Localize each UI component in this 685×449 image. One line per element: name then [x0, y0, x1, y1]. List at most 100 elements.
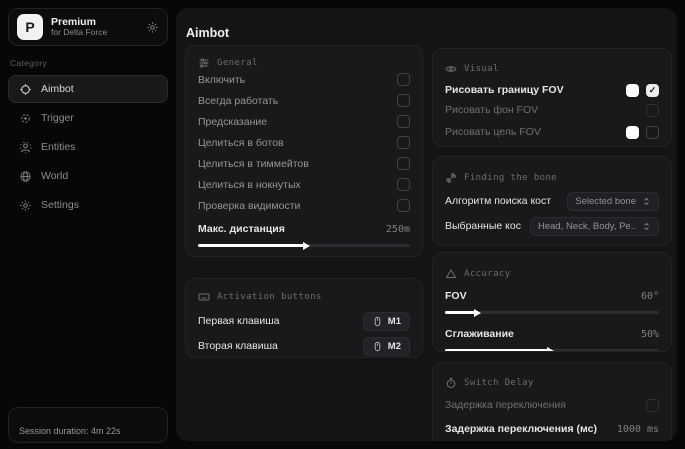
- session-duration: Session duration: 4m 22s: [19, 426, 121, 436]
- category-label: Category: [10, 58, 168, 68]
- slider-thumb[interactable]: [474, 309, 481, 317]
- sidebar: P Premium for Delta Force Category Aimbo…: [8, 8, 168, 443]
- key-label: Первая клавиша: [198, 315, 280, 327]
- panel-bone-header: Finding the bone: [445, 172, 659, 184]
- slider-label: FOV: [445, 290, 467, 302]
- visual-row: Рисовать границу FOV: [445, 80, 659, 100]
- checkbox[interactable]: [646, 84, 659, 97]
- sidebar-item-label: Aimbot: [41, 83, 74, 95]
- first-key-button[interactable]: M1: [363, 312, 410, 331]
- app-logo: P: [17, 14, 43, 40]
- session-card: Session duration: 4m 22s: [8, 407, 168, 443]
- toggle-row: Включить: [198, 69, 410, 90]
- panel-activation-buttons: Activation buttons Первая клавиша M1 Вто…: [185, 278, 423, 358]
- keyboard-icon: [198, 291, 210, 303]
- slider-label: Макс. дистанция: [198, 223, 285, 235]
- panel-header-label: Accuracy: [464, 269, 511, 279]
- toggle-label: Включить: [198, 74, 245, 86]
- visual-label: Рисовать фон FOV: [445, 104, 538, 116]
- key-row: Первая клавиша M1: [198, 309, 410, 333]
- gear-icon[interactable]: [146, 21, 159, 34]
- toggle-label: Целиться в тиммейтов: [198, 158, 309, 170]
- color-swatch[interactable]: [626, 126, 639, 139]
- sidebar-item-aimbot[interactable]: Aimbot: [8, 75, 168, 103]
- gear-icon: [19, 199, 32, 212]
- crosshair-icon: [19, 83, 32, 96]
- toggle-row: Предсказание: [198, 111, 410, 132]
- main-content: Aimbot General Включить Всегда работать …: [176, 8, 677, 441]
- toggle-row: Целиться в ботов: [198, 132, 410, 153]
- bone-row: Выбранные кос Head, Neck, Body, Pe..: [445, 214, 659, 238]
- checkbox[interactable]: [397, 115, 410, 128]
- entities-icon: [19, 141, 32, 154]
- panel-header-label: Finding the bone: [464, 173, 557, 183]
- timer-icon: [445, 377, 457, 389]
- sidebar-item-settings[interactable]: Settings: [8, 191, 168, 219]
- slider-row: FOV 60°: [445, 287, 659, 305]
- toggle-label: Проверка видимости: [198, 200, 300, 212]
- sidebar-item-label: Settings: [41, 199, 79, 211]
- visual-label: Рисовать границу FOV: [445, 84, 564, 96]
- slider-row: Сглаживание 50%: [445, 325, 659, 343]
- toggle-label: Задержка переключения: [445, 399, 566, 411]
- slider-row: Макс. дистанция 250m: [198, 220, 410, 238]
- checkbox[interactable]: [646, 104, 659, 117]
- panel-header-label: Visual: [464, 64, 499, 74]
- slider-value: 60°: [641, 291, 659, 302]
- checkbox[interactable]: [397, 136, 410, 149]
- sidebar-item-world[interactable]: World: [8, 162, 168, 190]
- color-swatch[interactable]: [626, 84, 639, 97]
- slider-label: Задержка переключения (мс): [445, 423, 597, 435]
- toggle-label: Целиться в нокнутых: [198, 179, 301, 191]
- slider-fill: [445, 349, 548, 352]
- checkbox[interactable]: [646, 399, 659, 412]
- toggle-label: Предсказание: [198, 116, 267, 128]
- panel-finding-bone: Finding the bone Алгоритм поиска кост Se…: [432, 156, 672, 246]
- checkbox[interactable]: [397, 73, 410, 86]
- dropdown-value: Selected bone: [575, 196, 636, 207]
- slider-thumb[interactable]: [547, 347, 554, 353]
- toggle-row: Всегда работать: [198, 90, 410, 111]
- visual-label: Рисовать цель FOV: [445, 126, 541, 138]
- sidebar-item-trigger[interactable]: Trigger: [8, 104, 168, 132]
- bone-algorithm-select[interactable]: Selected bone: [567, 192, 659, 211]
- slider-value: 250m: [386, 224, 410, 235]
- selected-bones-select[interactable]: Head, Neck, Body, Pe..: [530, 217, 659, 236]
- visual-row: Рисовать цель FOV: [445, 122, 659, 142]
- triangle-icon: [445, 268, 457, 280]
- panel-switch-delay: Switch Delay Задержка переключения Задер…: [432, 362, 672, 441]
- checkbox[interactable]: [646, 126, 659, 139]
- panel-visual: Visual Рисовать границу FOV Рисовать фон…: [432, 48, 672, 147]
- checkbox[interactable]: [397, 94, 410, 107]
- app-title-block: Premium for Delta Force: [51, 16, 138, 38]
- app-header-card: P Premium for Delta Force: [8, 8, 168, 46]
- fov-slider[interactable]: [445, 311, 659, 314]
- panel-general-header: General: [198, 57, 410, 69]
- second-key-button[interactable]: M2: [363, 337, 410, 356]
- panel-general: General Включить Всегда работать Предска…: [185, 45, 423, 257]
- eye-icon: [445, 63, 457, 75]
- sidebar-item-label: Trigger: [41, 112, 74, 124]
- toggle-row: Задержка переключения: [445, 395, 659, 415]
- visual-row: Рисовать фон FOV: [445, 100, 659, 120]
- slider-fill: [445, 311, 475, 314]
- max-distance-slider[interactable]: [198, 244, 410, 247]
- smoothing-slider[interactable]: [445, 349, 659, 352]
- toggle-row: Проверка видимости: [198, 195, 410, 216]
- slider-value: 1000 ms: [617, 424, 659, 435]
- checkbox[interactable]: [397, 178, 410, 191]
- sidebar-item-label: Entities: [41, 141, 75, 153]
- checkbox[interactable]: [397, 199, 410, 212]
- page-title: Aimbot: [186, 26, 229, 40]
- panel-accuracy-header: Accuracy: [445, 268, 659, 280]
- toggle-row: Целиться в тиммейтов: [198, 153, 410, 174]
- panel-visual-header: Visual: [445, 63, 659, 75]
- sidebar-nav: Aimbot Trigger Entities: [8, 75, 168, 219]
- slider-thumb[interactable]: [303, 242, 310, 250]
- slider-value: 50%: [641, 329, 659, 340]
- slider-fill: [198, 244, 304, 247]
- panel-header-label: Activation buttons: [217, 292, 322, 302]
- sidebar-item-entities[interactable]: Entities: [8, 133, 168, 161]
- toggle-label: Целиться в ботов: [198, 137, 284, 149]
- checkbox[interactable]: [397, 157, 410, 170]
